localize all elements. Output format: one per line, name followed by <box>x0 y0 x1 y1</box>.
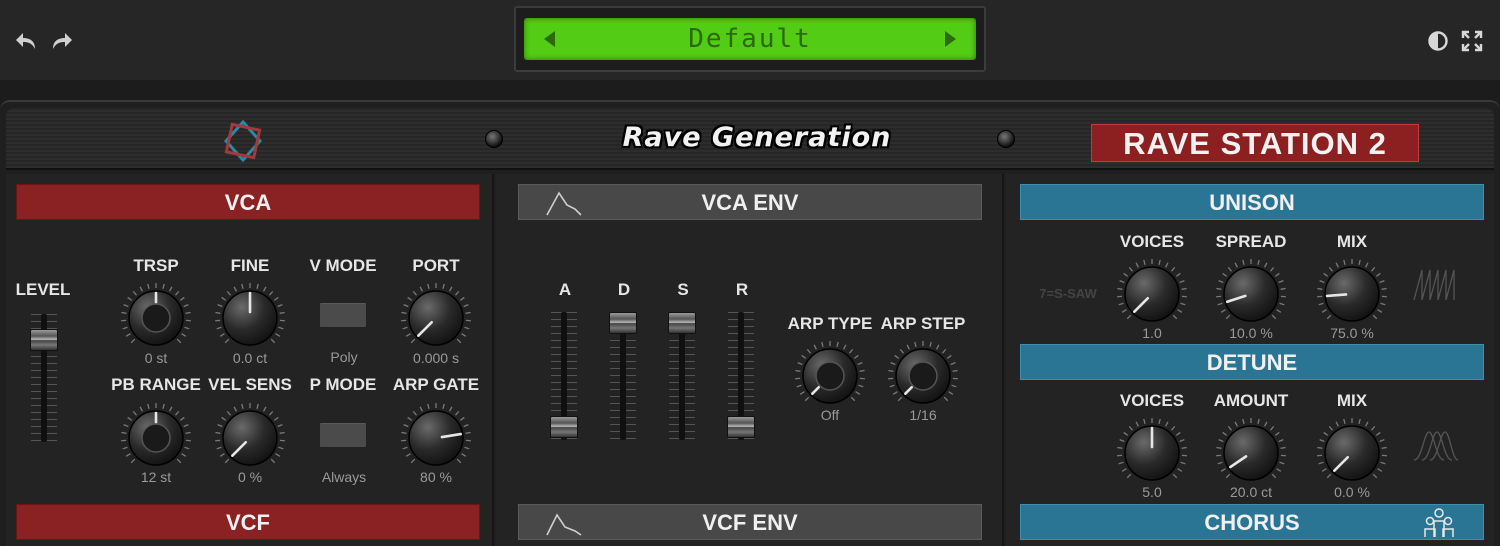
arp-type-knob[interactable] <box>792 338 868 414</box>
fine-knob[interactable] <box>212 280 288 356</box>
unison-panel: UNISON 7=S-SAW VOICES 1.0 SPREAD 10.0 % … <box>1006 174 1494 546</box>
arp-type-value: Off <box>820 407 840 423</box>
plugin-header: Rave Generation RAVE STATION 2 <box>6 108 1494 170</box>
level-label: LEVEL <box>15 280 71 299</box>
unison-voices-value: 1.0 <box>1142 325 1162 341</box>
unison-voices-label: VOICES <box>1119 232 1185 251</box>
chorus-people-icon <box>1424 508 1454 537</box>
detune-voices-knob[interactable] <box>1114 415 1190 491</box>
envelope-shape-icon <box>546 513 582 536</box>
trsp-knob[interactable] <box>118 280 194 356</box>
star-logo-icon <box>223 119 263 163</box>
supersaw-wave-icon <box>1413 269 1455 301</box>
preset-display-frame: Default <box>514 6 986 72</box>
chorus-title: CHORUS <box>1204 510 1300 535</box>
unison-spread-label: SPREAD <box>1215 232 1287 251</box>
fullscreen-button[interactable] <box>1455 24 1489 58</box>
vca-section-header[interactable]: VCA <box>16 184 480 220</box>
screw <box>997 130 1015 148</box>
product-logo: RAVE STATION 2 <box>1091 124 1419 162</box>
vcf-env-section-header[interactable]: VCF ENV <box>518 504 982 540</box>
screw <box>485 130 503 148</box>
vel-sens-knob[interactable] <box>212 400 288 476</box>
detune-mix-knob[interactable] <box>1314 415 1390 491</box>
p-mode-label: P MODE <box>309 375 377 394</box>
unison-section-header[interactable]: UNISON <box>1020 184 1484 220</box>
decay-fader[interactable] <box>609 312 637 334</box>
vel-sens-label: VEL SENS <box>208 375 292 394</box>
decay-label: D <box>617 280 631 299</box>
chorus-section-header[interactable]: CHORUS <box>1020 504 1484 540</box>
pb-range-value: 12 st <box>140 469 172 485</box>
attack-label: A <box>558 280 572 299</box>
detune-curves-icon <box>1413 431 1459 461</box>
arp-type-label: ARP TYPE <box>787 314 873 333</box>
arp-step-value: 1/16 <box>909 407 937 423</box>
redo-arrow-icon <box>53 33 72 49</box>
fine-value: 0.0 ct <box>232 350 268 366</box>
undo-arrow-icon <box>16 33 35 49</box>
pb-range-knob[interactable] <box>118 400 194 476</box>
v-mode-switch[interactable] <box>319 302 367 328</box>
contrast-icon <box>1428 31 1448 51</box>
undo-button[interactable] <box>10 24 44 58</box>
unison-spread-value: 10.0 % <box>1229 325 1273 341</box>
vca-env-title: VCA ENV <box>701 190 799 215</box>
port-value: 0.000 s <box>413 350 459 366</box>
arp-step-label: ARP STEP <box>880 314 966 333</box>
fullscreen-icon <box>1461 30 1483 52</box>
vca-env-section-header[interactable]: VCA ENV <box>518 184 982 220</box>
next-preset-button[interactable] <box>945 31 956 47</box>
arp-gate-label: ARP GATE <box>392 375 480 394</box>
unison-mix-label: MIX <box>1336 232 1368 251</box>
unison-mix-value: 75.0 % <box>1330 325 1374 341</box>
detune-mix-value: 0.0 % <box>1334 484 1370 500</box>
vca-panel: VCA LEVEL TRSP 0 st FINE 0.0 ct V MODE P… <box>6 174 494 546</box>
vcf-section-header[interactable]: VCF <box>16 504 480 540</box>
p-mode-value: Always <box>321 469 367 485</box>
detune-section-header[interactable]: DETUNE <box>1020 344 1484 380</box>
release-fader[interactable] <box>727 415 755 438</box>
vel-sens-value: 0 % <box>237 469 263 485</box>
detune-voices-value: 5.0 <box>1142 484 1162 500</box>
trsp-value: 0 st <box>144 350 168 366</box>
theme-button[interactable] <box>1421 24 1455 58</box>
preset-name: Default <box>688 24 812 54</box>
level-fader[interactable] <box>30 328 58 351</box>
vcf-env-title: VCF ENV <box>702 510 798 535</box>
sustain-label: S <box>677 280 689 299</box>
envelope-panel: VCA ENV A D S R ARP TYPE Off ARP STEP 1/… <box>496 174 1004 546</box>
p-mode-switch[interactable] <box>319 422 367 448</box>
arp-gate-value: 80 % <box>420 469 452 485</box>
detune-amount-value: 20.0 ct <box>1229 484 1273 500</box>
unison-spread-knob[interactable] <box>1213 256 1289 332</box>
envelope-shape-icon <box>546 191 582 216</box>
preset-display[interactable]: Default <box>524 18 976 60</box>
brand-logo: Rave Generation <box>622 122 892 153</box>
synth-plugin: Rave Generation RAVE STATION 2 VCA LEVEL… <box>0 100 1500 546</box>
arp-step-knob[interactable] <box>885 338 961 414</box>
redo-button[interactable] <box>44 24 78 58</box>
detune-amount-knob[interactable] <box>1213 415 1289 491</box>
trsp-label: TRSP <box>133 256 179 275</box>
unison-voices-knob[interactable] <box>1114 256 1190 332</box>
unison-mix-knob[interactable] <box>1314 256 1390 332</box>
release-label: R <box>735 280 749 299</box>
v-mode-value: Poly <box>330 349 358 365</box>
supersaw-hint: 7=S-SAW <box>1039 286 1097 301</box>
pb-range-label: PB RANGE <box>111 375 201 394</box>
toolbar: Default <box>0 0 1500 80</box>
detune-voices-label: VOICES <box>1119 391 1185 410</box>
arp-gate-knob[interactable] <box>398 400 474 476</box>
port-knob[interactable] <box>398 280 474 356</box>
port-label: PORT <box>412 256 460 275</box>
v-mode-label: V MODE <box>309 256 377 275</box>
fine-label: FINE <box>230 256 270 275</box>
detune-mix-label: MIX <box>1336 391 1368 410</box>
detune-amount-label: AMOUNT <box>1213 391 1289 410</box>
attack-fader[interactable] <box>550 415 578 438</box>
sustain-fader[interactable] <box>668 312 696 334</box>
